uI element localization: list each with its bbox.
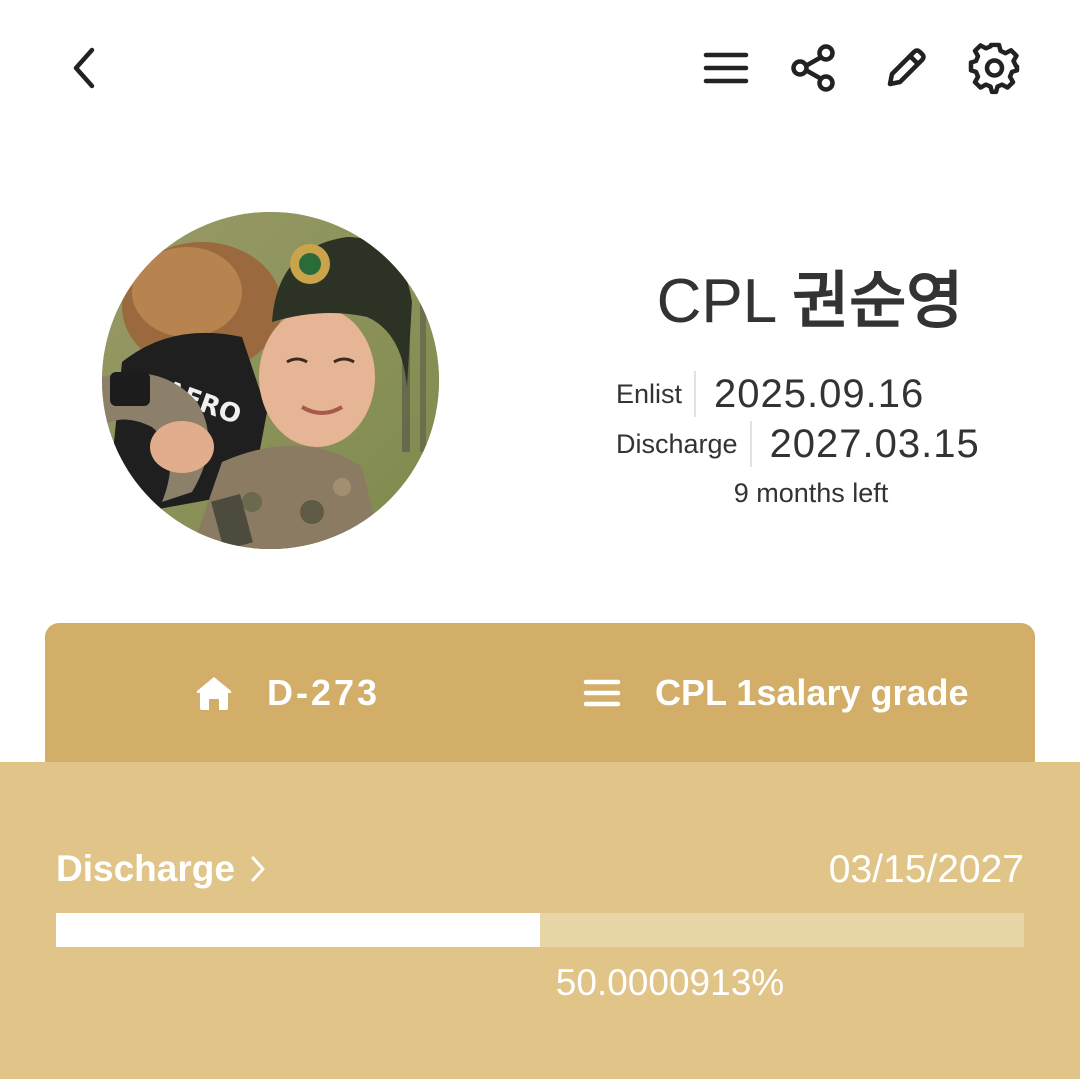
enlist-date: 2025.09.16 <box>714 371 925 416</box>
discharge-divider <box>749 421 752 467</box>
back-button[interactable] <box>52 36 116 100</box>
profile-name: CPL 권순영 <box>560 250 1060 340</box>
discharge-date: 2027.03.15 <box>769 421 980 466</box>
menu-button[interactable] <box>694 36 758 100</box>
summary-tab-bar: D-273 CPL 1salary grade <box>45 623 1035 763</box>
settings-button[interactable] <box>963 36 1027 100</box>
profile-person-name: 권순영 <box>792 267 964 336</box>
top-bar <box>0 0 1080 140</box>
salary-grade-label: CPL 1salary grade <box>655 672 969 713</box>
discharge-progress-date: 03/15/2027 <box>828 848 1024 891</box>
discharge-progress-percent: 50.0000913% <box>555 962 785 1003</box>
home-icon <box>195 675 233 711</box>
dday-label: D-273 <box>267 672 381 713</box>
enlist-divider <box>694 371 697 417</box>
tab-salary-grade[interactable]: CPL 1salary grade <box>583 623 969 763</box>
edit-button[interactable] <box>874 36 938 100</box>
discharge-progress-panel: Discharge 03/15/2027 50.0000913% <box>0 762 1080 1079</box>
profile-avatar[interactable]: AERO <box>102 212 439 549</box>
share-button[interactable] <box>782 36 846 100</box>
discharge-label: Discharge <box>616 428 738 459</box>
discharge-progress-fill <box>56 913 540 947</box>
share-icon <box>791 44 835 92</box>
tab-dday[interactable]: D-273 <box>195 623 380 763</box>
avatar-photo: AERO <box>102 212 439 549</box>
chevron-left-icon <box>73 47 95 89</box>
discharge-link[interactable]: Discharge <box>56 848 267 890</box>
pencil-icon <box>887 48 926 87</box>
time-remaining: 9 months left <box>733 478 889 508</box>
hamburger-menu-icon <box>703 52 749 84</box>
discharge-progress-bar <box>56 913 1024 947</box>
enlist-date-row: Enlist 2025.09.16 <box>616 370 924 418</box>
chevron-right-icon <box>249 854 267 884</box>
enlist-label: Enlist <box>616 378 683 409</box>
profile-rank: CPL <box>656 267 775 336</box>
discharge-progress-title: Discharge <box>56 848 235 889</box>
list-icon <box>583 678 621 708</box>
gear-icon <box>968 42 1020 95</box>
discharge-date-row: Discharge 2027.03.15 <box>616 420 980 468</box>
